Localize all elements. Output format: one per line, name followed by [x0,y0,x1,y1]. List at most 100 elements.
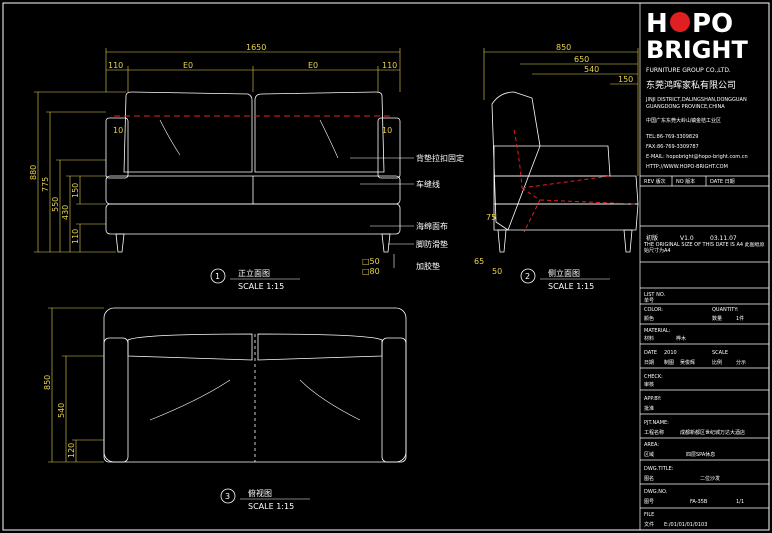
side-view-number: 2 [525,272,530,281]
front-dim-150: 150 [71,183,80,198]
side-dim-540: 540 [584,65,599,74]
address-en-1: JINJI DISTRICT,DALINGSHAN,DONGGUAN [645,97,747,103]
area-label: AREA: [644,442,659,448]
side-dim-150: 150 [618,75,633,84]
area-cn: 区域 [644,451,654,458]
drafter-label: 制图 [664,359,674,366]
front-dim-total: 1650 [246,43,266,52]
front-dim-inner-right: 10 [382,126,392,135]
sheet-value: 1/1 [736,499,744,505]
side-view [491,91,639,253]
dwg-title-cn: 图名 [644,475,654,482]
approve-cn: 批准 [644,405,654,412]
front-dim-height: 880 [29,165,38,180]
front-view-number: 1 [215,272,220,281]
fax: FAX:86-769-3309787 [646,144,699,150]
scale-cn: 比例 [712,359,722,366]
front-dim-seat-right: E0 [308,61,318,70]
callout-sponge-fabric: 海绵面布 [416,221,448,231]
date-value: 2010 [664,350,677,356]
quantity-value: 1件 [736,315,744,322]
dwg-title-label: DWG.TITLE: [644,466,674,472]
front-dim-seat-left: E0 [183,61,193,70]
callout-anti-slip-pad: 脚防滑垫 [416,239,448,249]
material-value: 桦木 [676,335,686,342]
dwg-title-value: 二位沙发 [700,475,720,482]
approve-label: APP.BY: [644,396,662,402]
project-cn: 工程名称 [644,429,664,436]
date-label: DATE [644,350,657,356]
date-header: DATE 日期 [710,179,735,185]
dwg-no-value: FA-35B [690,499,708,505]
quantity-label: QUANTITY: [712,307,739,313]
rev-version: V1.0 [680,235,694,242]
front-dim-inner-left: 10 [113,126,123,135]
color-cn: 颜色 [644,315,654,322]
rev-header: REV 版次 [644,178,666,185]
front-dim-550: 550 [51,197,60,212]
callout-stitch-line: 车缝线 [416,179,440,189]
leg-size-a: □50 [362,257,380,266]
front-callout-leaders [350,157,414,268]
scale-value: 分示 [736,359,746,366]
side-dim-75: 75 [486,213,496,222]
drafter-value: 吴俊辉 [680,359,695,366]
address-en-2: GUANGDONG PROVINCE,CHINA [646,104,725,110]
rev-version-label: 初版 [646,234,658,242]
plan-view-number: 3 [225,492,230,501]
front-view-title: 正立面图 [238,268,270,278]
rev-note: THE ORIGINAL SIZE OF THIS DATE IS A4 此图纸… [644,242,765,254]
date-cn: 日期 [644,360,654,366]
material-cn: 材料 [644,335,654,342]
front-dim-arm-right: 110 [382,61,397,70]
logo-h: H [646,9,668,39]
rev-note-wrap: THE ORIGINAL SIZE OF THIS DATE IS A4 此图纸… [644,242,765,254]
logo-bright: BRIGHT [646,36,748,64]
side-dim-depth: 850 [556,43,571,52]
plan-view-scale: SCALE 1:15 [248,502,294,511]
rev-date: 03.11.07 [710,235,737,242]
check-cn: 审核 [644,381,654,388]
plan-left-dimensions [48,307,104,463]
quantity-cn: 数量 [712,315,722,322]
side-dim-650: 650 [574,55,589,64]
leg-size-b: □80 [362,267,380,276]
front-dim-arm-left: 110 [108,61,123,70]
material-label: MATERIAL: [644,328,671,334]
side-dim-50: 50 [492,267,502,276]
list-no-cn: 单号 [644,297,654,304]
project-label: PJT.NAME: [644,420,669,426]
logo-po: PO [692,9,733,39]
side-top-dimensions [483,48,639,176]
check-label: CHECK: [644,374,663,380]
front-view-scale: SCALE 1:15 [238,282,284,291]
website: HTTP://WWW.HOPO-BRIGHT.COM [646,164,728,170]
file-value: E:/01/01/01/0103 [664,522,707,528]
address-cn: 中国广东东莞大岭山镇金桔工业区 [646,117,721,124]
company-cn: 东莞鸿晖家私有限公司 [646,79,736,91]
front-dim-430: 430 [61,205,70,220]
scale-label: SCALE [712,350,728,356]
front-dim-110: 110 [71,229,80,244]
side-red-stitches [513,129,637,233]
plan-dim-depth: 850 [43,375,52,390]
file-cn: 文件 [644,521,654,528]
plan-dim-120: 120 [67,443,76,458]
color-label: COLOR: [644,307,663,313]
tel: TEL:86-769-3309829 [645,134,698,140]
side-dim-65: 65 [474,257,484,266]
front-top-dimensions [105,48,401,92]
dwg-no-cn: 图号 [644,499,654,505]
plan-dim-540: 540 [57,403,66,418]
callout-cushion-tuft: 背垫拉扣固定 [416,153,464,163]
logo-o-red-icon [670,12,690,32]
side-view-title: 侧立面图 [548,268,580,278]
no-header: NO 版本 [676,178,695,185]
cad-drawing: 1650 110 E0 E0 110 10 10 880 775 550 430… [2,2,770,531]
plan-view-title: 俯视图 [248,488,272,498]
email: E-MAIL: hopobright@hopo-bright.com.cn [646,154,748,160]
project-value: 成都新都区世纪城万达大酒店 [680,429,745,436]
area-value: 四层SPA休息 [686,451,715,458]
company-en: FURNITURE GROUP CO.,LTD. [646,67,731,74]
plan-view [103,307,407,463]
